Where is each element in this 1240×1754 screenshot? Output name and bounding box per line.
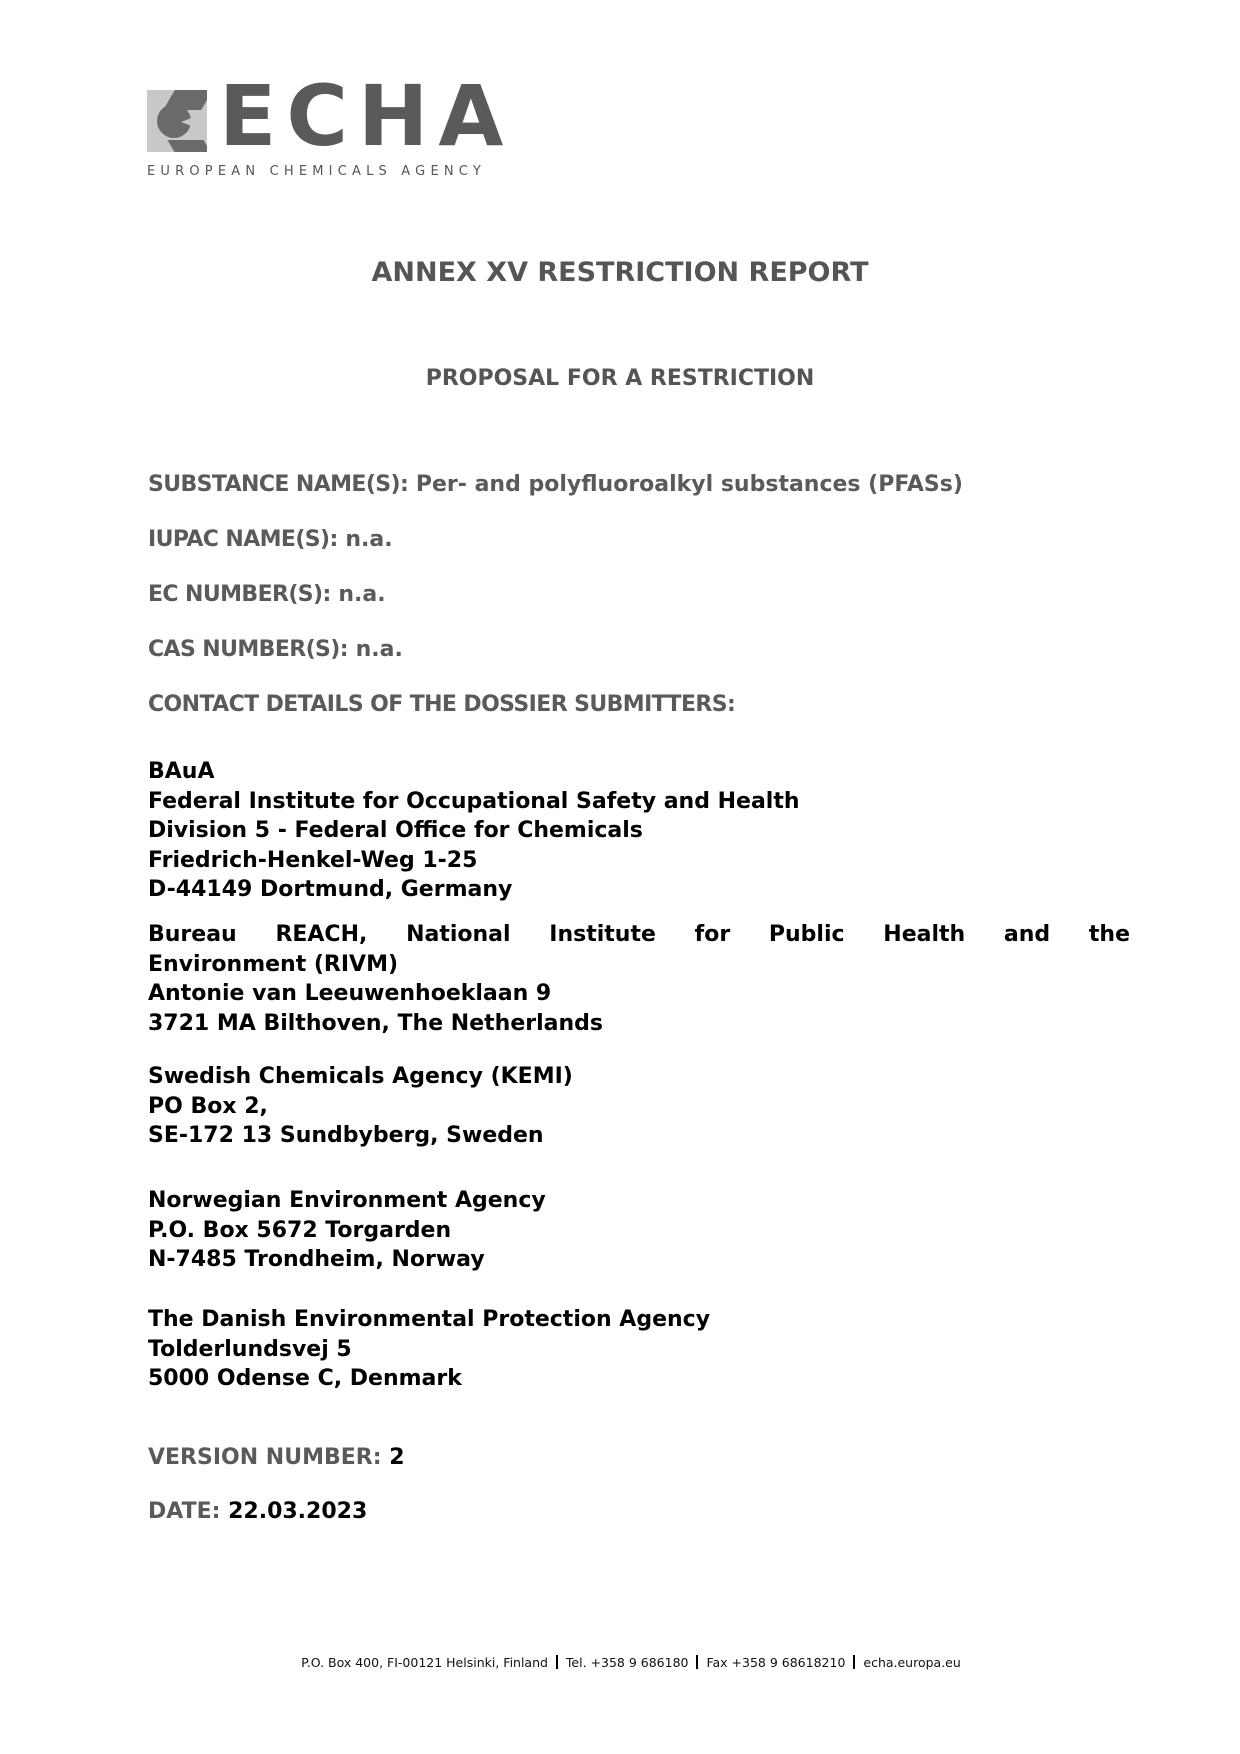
field-label: IUPAC NAME(S): (148, 527, 338, 552)
address-line: Bureau REACH, National Institute for Pub… (148, 922, 1130, 947)
footer-fax: Fax +358 9 68618210 (706, 1655, 846, 1670)
field-value: n.a. (355, 637, 403, 662)
address-line: SE-172 13 Sundbyberg, Sweden (148, 1123, 544, 1148)
contact-details-heading: CONTACT DETAILS OF THE DOSSIER SUBMITTER… (148, 692, 736, 717)
date-label: DATE: (148, 1499, 221, 1524)
echa-logo-mark-icon (147, 90, 207, 152)
submitter-kemi: Swedish Chemicals Agency (KEMI) PO Box 2… (148, 1062, 1130, 1151)
address-line: P.O. Box 5672 Torgarden (148, 1217, 452, 1243)
submitter-norwegian-environment-agency: Norwegian Environment Agency P.O. Box 56… (148, 1186, 1130, 1275)
address-line: N-7485 Trondheim, Norway (148, 1247, 485, 1272)
cas-number-field: CAS NUMBER(S): n.a. (148, 635, 403, 665)
address-line: Friedrich-Henkel-Weg 1-25 (148, 847, 478, 873)
footer-tel: Tel. +358 9 686180 (565, 1655, 689, 1670)
iupac-name-field: IUPAC NAME(S): n.a. (148, 525, 393, 555)
version-number: VERSION NUMBER: 2 (148, 1443, 405, 1473)
address-line: D-44149 Dortmund, Germany (148, 877, 513, 902)
address-line: Division 5 - Federal Office for Chemical… (148, 818, 643, 843)
address-line: Environment (RIVM) (148, 951, 399, 977)
footer-website-link[interactable]: echa.europa.eu (863, 1655, 960, 1670)
document-date: DATE: 22.03.2023 (148, 1497, 367, 1527)
field-value: Per- and polyfluoroalkyl substances (PFA… (415, 472, 963, 497)
report-subtitle: PROPOSAL FOR A RESTRICTION (425, 366, 815, 391)
logo-wordmark: ECHA (219, 67, 514, 165)
address-line: 5000 Odense C, Denmark (148, 1366, 462, 1391)
submitter-danish-epa: The Danish Environmental Protection Agen… (148, 1305, 1130, 1394)
logo-tagline: EUROPEAN CHEMICALS AGENCY (147, 164, 486, 179)
submitter-rivm: Bureau REACH, National Institute for Pub… (148, 920, 1130, 1038)
field-label: CAS NUMBER(S): (148, 637, 349, 662)
version-value: 2 (389, 1445, 405, 1470)
footer-separator (853, 1655, 856, 1669)
field-value: n.a. (345, 527, 393, 552)
date-value: 22.03.2023 (228, 1499, 368, 1524)
footer-address: P.O. Box 400, FI-00121 Helsinki, Finland (301, 1655, 548, 1670)
address-line: Norwegian Environment Agency (148, 1188, 546, 1213)
address-line: Tolderlundsvej 5 (148, 1336, 352, 1362)
field-label: EC NUMBER(S): (148, 582, 331, 607)
page-footer: P.O. Box 400, FI-00121 Helsinki, Finland… (0, 1655, 1240, 1670)
address-line: 3721 MA Bilthoven, The Netherlands (148, 1010, 603, 1036)
footer-separator (696, 1655, 699, 1669)
footer-separator (555, 1655, 558, 1669)
ec-number-field: EC NUMBER(S): n.a. (148, 580, 386, 610)
address-line: Antonie van Leeuwenhoeklaan 9 (148, 981, 552, 1006)
version-label: VERSION NUMBER: (148, 1445, 382, 1470)
echa-logo: ECHA EUROPEAN CHEMICALS AGENCY (147, 74, 507, 188)
address-line: Federal Institute for Occupational Safet… (148, 788, 800, 814)
document-page: ECHA EUROPEAN CHEMICALS AGENCY ANNEX XV … (0, 0, 1240, 1754)
report-title: ANNEX XV RESTRICTION REPORT (371, 257, 869, 288)
address-line: BAuA (148, 759, 215, 784)
address-line: Swedish Chemicals Agency (KEMI) (148, 1064, 573, 1089)
address-line: The Danish Environmental Protection Agen… (148, 1307, 711, 1332)
address-line: PO Box 2, (148, 1093, 268, 1119)
field-label: SUBSTANCE NAME(S): (148, 472, 409, 497)
field-value: n.a. (338, 582, 386, 607)
submitter-baua: BAuA Federal Institute for Occupational … (148, 757, 1130, 905)
substance-name-field: SUBSTANCE NAME(S): Per- and polyfluoroal… (148, 470, 963, 500)
